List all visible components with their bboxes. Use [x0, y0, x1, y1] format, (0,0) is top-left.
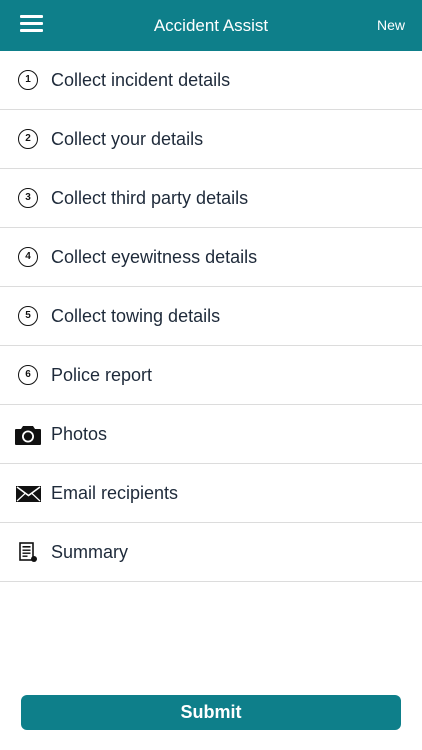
new-button[interactable]: New: [377, 17, 405, 33]
summary-document-icon: [19, 542, 38, 563]
list-item-third-party-details[interactable]: 3 Collect third party details: [0, 169, 422, 228]
list-item-your-details[interactable]: 2 Collect your details: [0, 110, 422, 169]
number-1-icon: 1: [17, 70, 39, 92]
list-item-label: Collect incident details: [51, 70, 231, 90]
list-item-eyewitness-details[interactable]: 4 Collect eyewitness details: [0, 228, 422, 287]
list-item-incident-details[interactable]: 1 Collect incident details: [0, 51, 422, 110]
section-list: 1 Collect incident details 2 Collect you…: [0, 51, 422, 582]
list-item-label: Email recipients: [51, 483, 179, 503]
page-title: Accident Assist: [153, 16, 269, 35]
list-item-photos[interactable]: Photos: [0, 405, 422, 464]
list-item-police-report[interactable]: 6 Police report: [0, 346, 422, 405]
camera-icon: [15, 425, 41, 445]
list-item-label: Collect eyewitness details: [51, 247, 258, 267]
list-item-label: Collect towing details: [51, 306, 221, 326]
number-2-icon: 2: [17, 129, 39, 151]
app-screen: Accident Assist New 1 Collect incident d…: [0, 0, 422, 750]
list-item-label: Collect your details: [51, 129, 204, 149]
list-item-label: Summary: [51, 542, 129, 562]
submit-button[interactable]: Submit: [21, 695, 401, 730]
number-4-icon: 4: [17, 247, 39, 269]
list-item-label: Photos: [51, 424, 108, 444]
number-6-icon: 6: [17, 365, 39, 387]
list-item-label: Collect third party details: [51, 188, 249, 208]
app-header: Accident Assist New: [0, 0, 422, 51]
list-item-summary[interactable]: Summary: [0, 523, 422, 582]
number-5-icon: 5: [17, 306, 39, 328]
list-item-towing-details[interactable]: 5 Collect towing details: [0, 287, 422, 346]
number-3-icon: 3: [17, 188, 39, 210]
list-item-email-recipients[interactable]: Email recipients: [0, 464, 422, 523]
list-item-label: Police report: [51, 365, 153, 385]
envelope-icon: [16, 486, 41, 502]
